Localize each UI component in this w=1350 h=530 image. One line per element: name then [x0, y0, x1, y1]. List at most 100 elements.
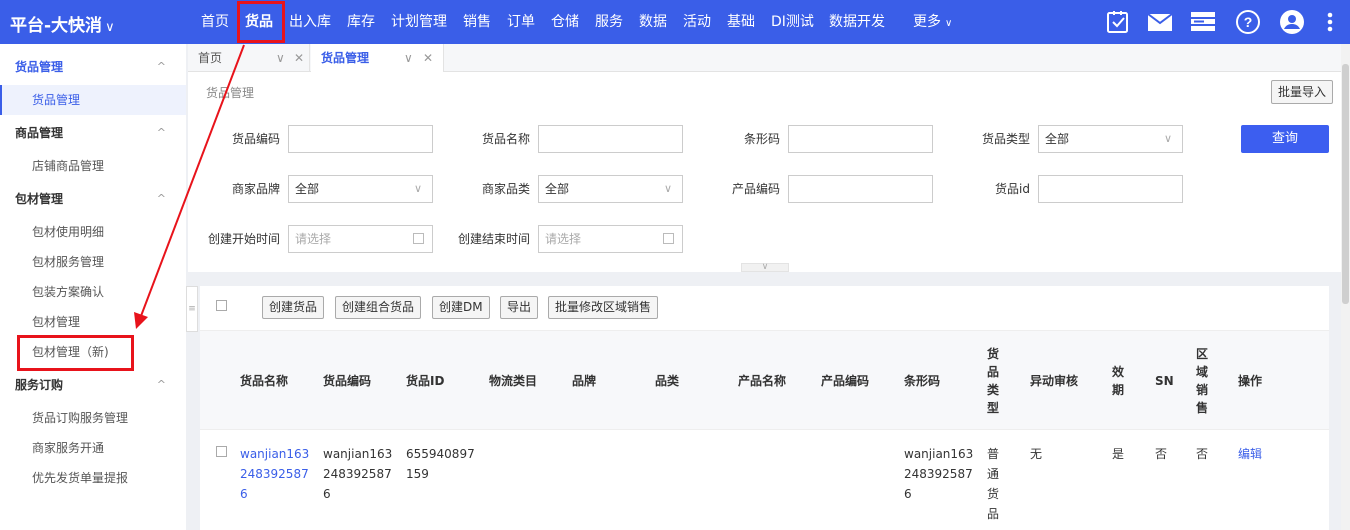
sidebar-group-label: 包材管理 — [15, 192, 64, 206]
sidebar-item-goods-subscription[interactable]: 货品订购服务管理 — [0, 403, 186, 433]
top-bar: 平台-大快消 ∨ 首页 货品 出入库 库存 计划管理 销售 订单 仓储 服务 数据… — [0, 0, 1350, 44]
nav-sales[interactable]: 销售 — [463, 0, 491, 44]
merchant-brand-value: 全部 — [295, 182, 320, 196]
batch-edit-region-sales-button[interactable]: 批量修改区域销售 — [548, 296, 659, 319]
brand-switcher[interactable]: 平台-大快消 ∨ — [10, 11, 115, 36]
merchant-category-select[interactable]: 全部 ∨ — [538, 175, 683, 203]
goods-name-link[interactable]: wanjian163 248392587 6 — [240, 444, 309, 504]
help-icon[interactable]: ? — [1235, 9, 1261, 35]
calendar-icon — [663, 233, 674, 244]
tab-label: 货品管理 — [321, 51, 370, 65]
nav-activity[interactable]: 活动 — [683, 0, 711, 44]
table-header: 货品名称 货品编码 货品ID 物流类目 品牌 品类 产品名称 产品编码 条形码 … — [200, 330, 1329, 430]
chevron-down-icon: ∨ — [945, 18, 953, 29]
create-end-date-picker[interactable]: 请选择 — [538, 225, 683, 253]
sidebar-group-label: 货品管理 — [15, 60, 64, 74]
sidebar-item-merchant-service[interactable]: 商家服务开通 — [0, 433, 186, 463]
nav-inout[interactable]: 出入库 — [289, 0, 331, 44]
edit-link[interactable]: 编辑 — [1238, 444, 1262, 464]
goods-type-select[interactable]: 全部 ∨ — [1038, 125, 1183, 153]
collapse-filter-toggle[interactable]: ∨ — [741, 263, 789, 272]
tab-home[interactable]: 首页 ∨ ✕ — [188, 44, 310, 72]
nav-plan[interactable]: 计划管理 — [391, 0, 447, 44]
tab-goods-management[interactable]: 货品管理 ∨ ✕ — [311, 44, 444, 72]
nav-orders[interactable]: 订单 — [507, 0, 535, 44]
cell-goods-type: 普 通 货 品 — [987, 447, 1000, 521]
column-header-region-sales: 区 域 销 售 — [1196, 347, 1209, 415]
cell-change-audit: 无 — [1030, 447, 1043, 461]
column-header-goods-code: 货品编码 — [323, 374, 372, 388]
chevron-up-icon: ^ — [156, 192, 166, 205]
nav-data-dev[interactable]: 数据开发 — [829, 0, 885, 44]
goods-id-input[interactable] — [1038, 175, 1183, 203]
goods-id-label: 货品id — [995, 182, 1030, 196]
cell-expiry: 是 — [1112, 447, 1125, 461]
close-icon[interactable]: ✕ — [423, 44, 433, 72]
svg-text:?: ? — [1244, 14, 1253, 30]
sidebar-item-packaging-plan[interactable]: 包装方案确认 — [0, 277, 186, 307]
calendar-icon — [413, 233, 424, 244]
highlight-box-goods-nav — [237, 1, 285, 43]
batch-import-button[interactable]: 批量导入 — [1270, 80, 1333, 104]
nav-di-test[interactable]: DI测试 — [771, 0, 814, 44]
mail-icon[interactable] — [1147, 9, 1173, 35]
merchant-brand-select[interactable]: 全部 ∨ — [288, 175, 433, 203]
sidebar-item-packaging-management[interactable]: 包材管理 — [0, 307, 186, 337]
close-icon[interactable]: ✕ — [294, 44, 304, 72]
select-all-checkbox[interactable] — [216, 300, 227, 311]
create-start-placeholder: 请选择 — [295, 232, 332, 246]
list-panel-icon[interactable] — [1190, 9, 1216, 35]
task-checkbox-icon[interactable] — [1105, 9, 1131, 35]
create-end-label: 创建结束时间 — [457, 232, 530, 246]
chevron-down-icon[interactable]: ∨ — [404, 44, 413, 72]
nav-basic[interactable]: 基础 — [727, 0, 755, 44]
sidebar-item-packaging-service[interactable]: 包材服务管理 — [0, 247, 186, 277]
sidebar-item-packaging-usage[interactable]: 包材使用明细 — [0, 217, 186, 247]
sidebar-group-goods[interactable]: 货品管理 ^ — [0, 52, 186, 82]
nav-more[interactable]: 更多 ∨ — [913, 0, 952, 44]
column-header-product-code: 产品编码 — [821, 374, 870, 388]
create-goods-button[interactable]: 创建货品 — [262, 296, 325, 319]
product-code-input[interactable] — [788, 175, 933, 203]
nav-data[interactable]: 数据 — [639, 0, 667, 44]
export-button[interactable]: 导出 — [500, 296, 539, 319]
goods-code-input[interactable] — [288, 125, 433, 153]
barcode-input[interactable] — [788, 125, 933, 153]
sidebar-group-product[interactable]: 商品管理 ^ — [0, 118, 186, 148]
nav-service[interactable]: 服务 — [595, 0, 623, 44]
scrollbar-thumb[interactable] — [1342, 64, 1349, 304]
sidebar-group-packaging[interactable]: 包材管理 ^ — [0, 184, 186, 214]
sidebar: 货品管理 ^ 货品管理 商品管理 ^ 店铺商品管理 包材管理 ^ 包材使用明细 包材服… — [0, 44, 186, 530]
nav-home[interactable]: 首页 — [201, 0, 229, 44]
sidebar-item-priority-shipping[interactable]: 优先发货单量提报 — [0, 463, 186, 493]
chevron-down-icon[interactable]: ∨ — [276, 44, 285, 72]
cell-sn: 否 — [1155, 447, 1168, 461]
highlight-box-packaging-new — [17, 335, 134, 371]
more-vertical-icon[interactable] — [1324, 9, 1336, 35]
nav-inventory[interactable]: 库存 — [347, 0, 375, 44]
cell-region-sales: 否 — [1196, 447, 1209, 461]
sidebar-item-store-product[interactable]: 店铺商品管理 — [0, 151, 186, 181]
goods-type-label: 货品类型 — [981, 132, 1030, 146]
chevron-up-icon: ^ — [156, 60, 166, 73]
sidebar-item-goods-management[interactable]: 货品管理 — [0, 85, 186, 115]
row-checkbox[interactable] — [216, 446, 227, 457]
chevron-down-icon: ∨ — [1163, 132, 1172, 145]
sidebar-group-service-order[interactable]: 服务订购 ^ — [0, 370, 186, 400]
page-scrollbar[interactable] — [1341, 44, 1350, 530]
user-avatar-icon[interactable] — [1279, 9, 1305, 35]
query-button[interactable]: 查询 — [1241, 125, 1329, 153]
create-start-date-picker[interactable]: 请选择 — [288, 225, 433, 253]
chevron-down-icon: ∨ — [105, 20, 115, 35]
create-combo-goods-button[interactable]: 创建组合货品 — [335, 296, 422, 319]
sidebar-toggle-handle[interactable]: ≡ — [186, 286, 198, 332]
create-dm-button[interactable]: 创建DM — [432, 296, 490, 319]
create-end-placeholder: 请选择 — [545, 232, 582, 246]
nav-warehouse[interactable]: 仓储 — [551, 0, 579, 44]
column-header-sn: SN — [1155, 374, 1174, 388]
goods-name-input[interactable] — [538, 125, 683, 153]
chevron-up-icon: ^ — [156, 126, 166, 139]
breadcrumb: 货品管理 — [206, 86, 255, 100]
product-code-label: 产品编码 — [731, 182, 780, 196]
filter-panel: 货品管理 批量导入 货品编码 货品名称 条形码 货品类型 全部 ∨ 查询 商家品牌… — [188, 72, 1341, 272]
